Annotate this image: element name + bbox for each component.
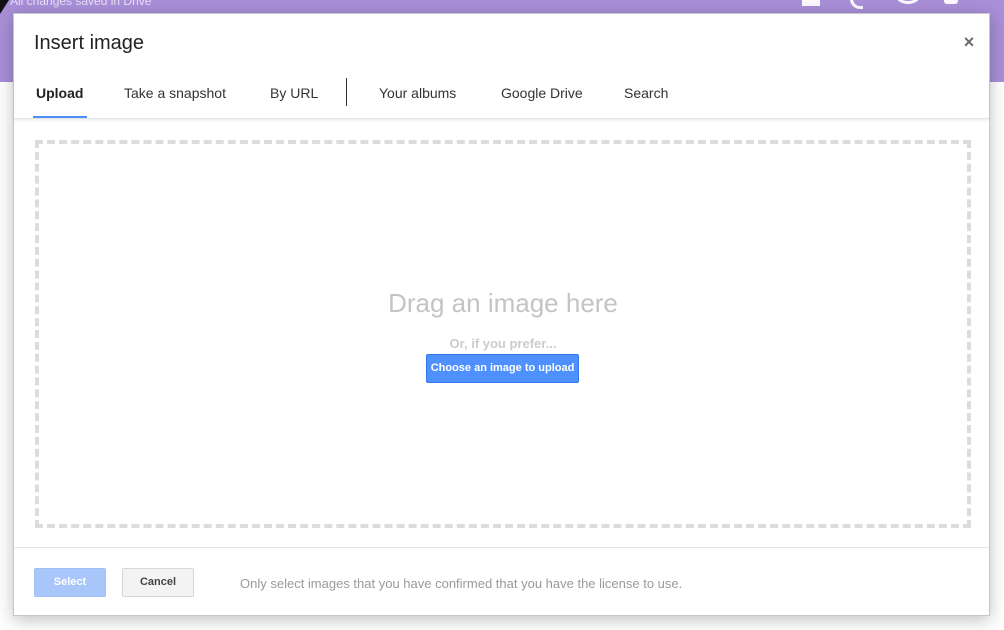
tab-your-albums[interactable]: Your albums bbox=[379, 74, 456, 118]
notifications-icon[interactable] bbox=[850, 0, 863, 9]
upload-dropzone[interactable]: Drag an image here Or, if you prefer... … bbox=[35, 140, 971, 528]
settings-icon[interactable] bbox=[944, 0, 958, 4]
tab-upload[interactable]: Upload bbox=[32, 74, 88, 118]
cancel-button[interactable]: Cancel bbox=[122, 568, 194, 597]
or-text: Or, if you prefer... bbox=[449, 336, 557, 351]
license-note: Only select images that you have confirm… bbox=[240, 576, 683, 591]
save-status-text: All changes saved in Drive bbox=[10, 0, 152, 8]
tab-take-a-snapshot[interactable]: Take a snapshot bbox=[124, 74, 226, 118]
tab-search[interactable]: Search bbox=[624, 74, 668, 118]
help-icon[interactable] bbox=[896, 0, 920, 4]
close-icon[interactable]: × bbox=[961, 32, 977, 52]
mouse-cursor-icon bbox=[0, 0, 9, 14]
dialog-title: Insert image bbox=[34, 32, 145, 54]
tab-by-url[interactable]: By URL bbox=[270, 74, 318, 118]
select-button[interactable]: Select bbox=[34, 568, 106, 597]
home-icon[interactable] bbox=[802, 0, 820, 6]
tab-divider bbox=[346, 78, 347, 106]
insert-image-dialog: Insert image × Upload Take a snapshot By… bbox=[13, 13, 990, 616]
choose-image-button[interactable]: Choose an image to upload bbox=[426, 354, 579, 383]
dialog-footer: Select Cancel Only select images that yo… bbox=[14, 547, 989, 616]
tab-bar: Upload Take a snapshot By URL Your album… bbox=[14, 74, 989, 119]
drag-heading: Drag an image here bbox=[388, 288, 618, 318]
tab-google-drive[interactable]: Google Drive bbox=[501, 74, 583, 118]
